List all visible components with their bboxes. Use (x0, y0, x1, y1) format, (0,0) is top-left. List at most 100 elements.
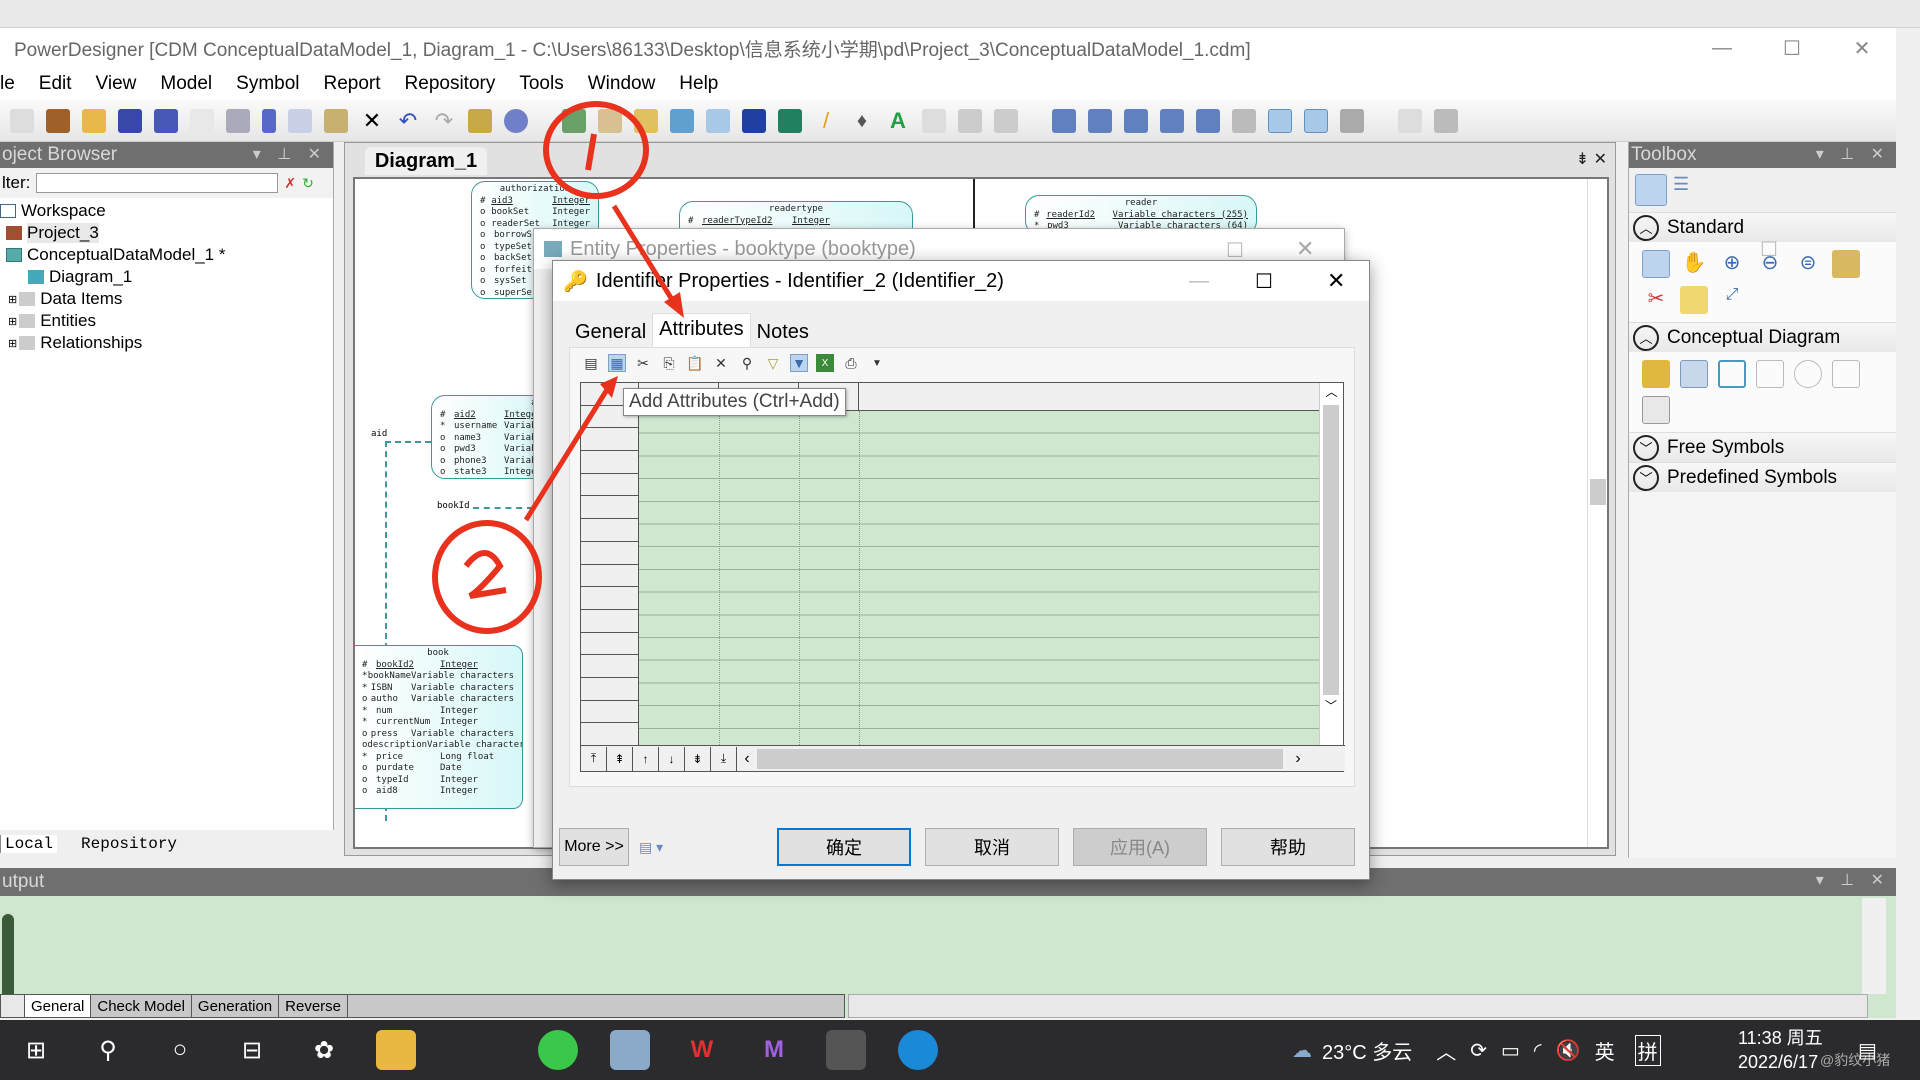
expand-icon[interactable]: ⊞ (8, 293, 17, 306)
new-project-icon[interactable] (46, 108, 70, 133)
compare-icon[interactable] (706, 108, 730, 133)
open-package-icon[interactable]: ⊜ (1794, 250, 1822, 278)
tab-general[interactable]: General (569, 317, 652, 347)
pointer-tool-icon[interactable] (1642, 250, 1670, 278)
output-tab-generation[interactable]: Generation (192, 995, 280, 1017)
cortana-icon[interactable]: ○ (160, 1030, 200, 1070)
menu-model[interactable]: Model (160, 73, 212, 95)
grabber-tool-icon[interactable]: ✋ (1680, 250, 1708, 278)
open-icon[interactable] (82, 108, 106, 133)
find-icon[interactable]: ⚲ (738, 354, 756, 372)
tray-expand-icon[interactable]: ︿ (1436, 1036, 1456, 1065)
weather-icon[interactable]: ☁ (1292, 1038, 1312, 1063)
minimize-button[interactable]: — (1692, 28, 1752, 68)
wechat-icon[interactable] (538, 1030, 578, 1070)
output-tab-scroll[interactable] (1, 995, 25, 1017)
wifi-icon[interactable]: ◜ (1534, 1038, 1542, 1063)
tree-item-model[interactable]: ConceptualDataModel_1 * (0, 244, 333, 266)
tab-attributes[interactable]: Attributes (652, 313, 751, 347)
print-2-icon[interactable] (1434, 108, 1458, 133)
vscroll-thumb[interactable] (1323, 405, 1339, 695)
delete-icon[interactable]: ✕ (360, 108, 384, 133)
ime-language[interactable]: 英 (1595, 1036, 1615, 1065)
tree-item-workspace[interactable]: Workspace (0, 200, 333, 222)
ime-mode[interactable]: 拼 (1634, 1034, 1661, 1066)
app-m-icon[interactable]: M (754, 1030, 794, 1070)
move-up-icon[interactable]: ↑ (633, 746, 659, 771)
wps-icon[interactable]: W (682, 1030, 722, 1070)
output-tab-check-model[interactable]: Check Model (91, 995, 192, 1017)
entity-maximize-button[interactable]: ☐ (1760, 237, 1778, 262)
section-free-symbols[interactable]: ﹀ Free Symbols (1629, 432, 1896, 462)
move-top-icon[interactable]: ⤒ (581, 746, 607, 771)
filter-icon[interactable]: ▽ (764, 354, 782, 372)
clock[interactable]: 11:38 周五 2022/6/17 (1738, 1026, 1823, 1074)
check-model-icon[interactable] (562, 108, 586, 133)
output-hscroll[interactable] (848, 994, 1868, 1018)
properties-icon[interactable]: ▤ (582, 354, 600, 372)
minimize-button[interactable]: — (1189, 270, 1209, 293)
zoom-in-icon[interactable]: ⊕ (1718, 250, 1746, 278)
package-tool-icon[interactable] (1642, 360, 1670, 388)
maximize-button[interactable]: ☐ (1255, 269, 1273, 294)
delete-icon[interactable]: ✕ (712, 354, 730, 372)
align-icon[interactable] (922, 108, 946, 133)
attributes-grid[interactable]: ︿ ﹀ ⤒ ⇞ ↑ ↓ ⇟ ⤓ ‹ › (580, 382, 1345, 772)
filter-input[interactable] (36, 173, 279, 193)
tree-item-project[interactable]: Project_3 (0, 222, 333, 244)
page-icon[interactable] (1398, 108, 1422, 133)
text-icon[interactable] (778, 108, 802, 133)
association-link-tool-icon[interactable] (1832, 360, 1860, 388)
add-attributes-icon[interactable]: ▦ (608, 354, 626, 372)
tab-repository[interactable]: Repository (57, 835, 181, 853)
output-tab-general[interactable]: General (25, 995, 92, 1017)
diagram-vscroll[interactable] (1587, 179, 1607, 847)
tree-item-data-items[interactable]: ⊞ Data Items (0, 288, 333, 310)
paste-icon[interactable]: 📋 (686, 354, 704, 372)
menu-help[interactable]: Help (679, 73, 718, 95)
battery-icon[interactable]: ▭ (1501, 1038, 1520, 1063)
fill-icon[interactable]: ♦ (850, 109, 874, 133)
print-preview-icon[interactable] (190, 108, 214, 133)
back-icon[interactable] (958, 108, 982, 133)
properties-icon[interactable] (468, 108, 492, 133)
layout-3-icon[interactable] (1124, 108, 1148, 133)
rectangle-icon[interactable] (742, 108, 766, 133)
undo-icon[interactable]: ↶ (396, 108, 420, 133)
file-explorer-icon[interactable] (376, 1030, 416, 1070)
apply-button[interactable]: 应用(A) (1073, 828, 1207, 866)
panel-controls[interactable]: ▾ ⊥ ✕ (1816, 144, 1890, 164)
edge-icon[interactable] (898, 1030, 938, 1070)
sync-icon[interactable]: ⟳ (1470, 1038, 1487, 1063)
volume-muted-icon[interactable]: 🔇 (1556, 1038, 1581, 1063)
move-page-up-icon[interactable]: ⇞ (607, 746, 633, 771)
text-tool-icon[interactable] (1680, 286, 1708, 314)
refresh-icon[interactable]: ↻ (302, 175, 314, 192)
scroll-left-icon[interactable]: ‹ (737, 750, 757, 768)
output-tab-reverse[interactable]: Reverse (279, 995, 348, 1017)
output-vscroll[interactable] (1862, 898, 1886, 994)
section-predefined-symbols[interactable]: ﹀ Predefined Symbols (1629, 462, 1896, 492)
menu-window[interactable]: Window (588, 73, 656, 95)
paste-icon[interactable] (324, 108, 348, 133)
view-options-icon[interactable]: ▤ ▾ (639, 839, 663, 856)
scroll-up-icon[interactable]: ︿ (1320, 383, 1343, 400)
section-conceptual-diagram[interactable]: ︿ Conceptual Diagram (1629, 322, 1896, 352)
menu-file[interactable]: le (0, 73, 15, 95)
layout-2-icon[interactable] (1088, 108, 1112, 133)
copy-icon[interactable] (288, 108, 312, 133)
view-icon[interactable] (1304, 108, 1328, 133)
layout-4-icon[interactable] (1160, 108, 1184, 133)
layout-5-icon[interactable] (1196, 108, 1220, 133)
tab-local[interactable]: Local (0, 835, 58, 853)
print-icon[interactable] (226, 108, 250, 133)
toolbar-overflow-icon[interactable] (540, 109, 550, 133)
relationship-tool-icon[interactable] (1718, 360, 1746, 388)
icon-view-icon[interactable] (1635, 174, 1667, 206)
scroll-down-icon[interactable]: ﹀ (1320, 697, 1342, 714)
new-icon[interactable] (10, 108, 34, 133)
font-icon[interactable]: A (886, 108, 910, 133)
reverse-icon[interactable] (634, 108, 658, 133)
close-button[interactable]: ✕ (1832, 28, 1892, 68)
notepad-icon[interactable] (610, 1030, 650, 1070)
